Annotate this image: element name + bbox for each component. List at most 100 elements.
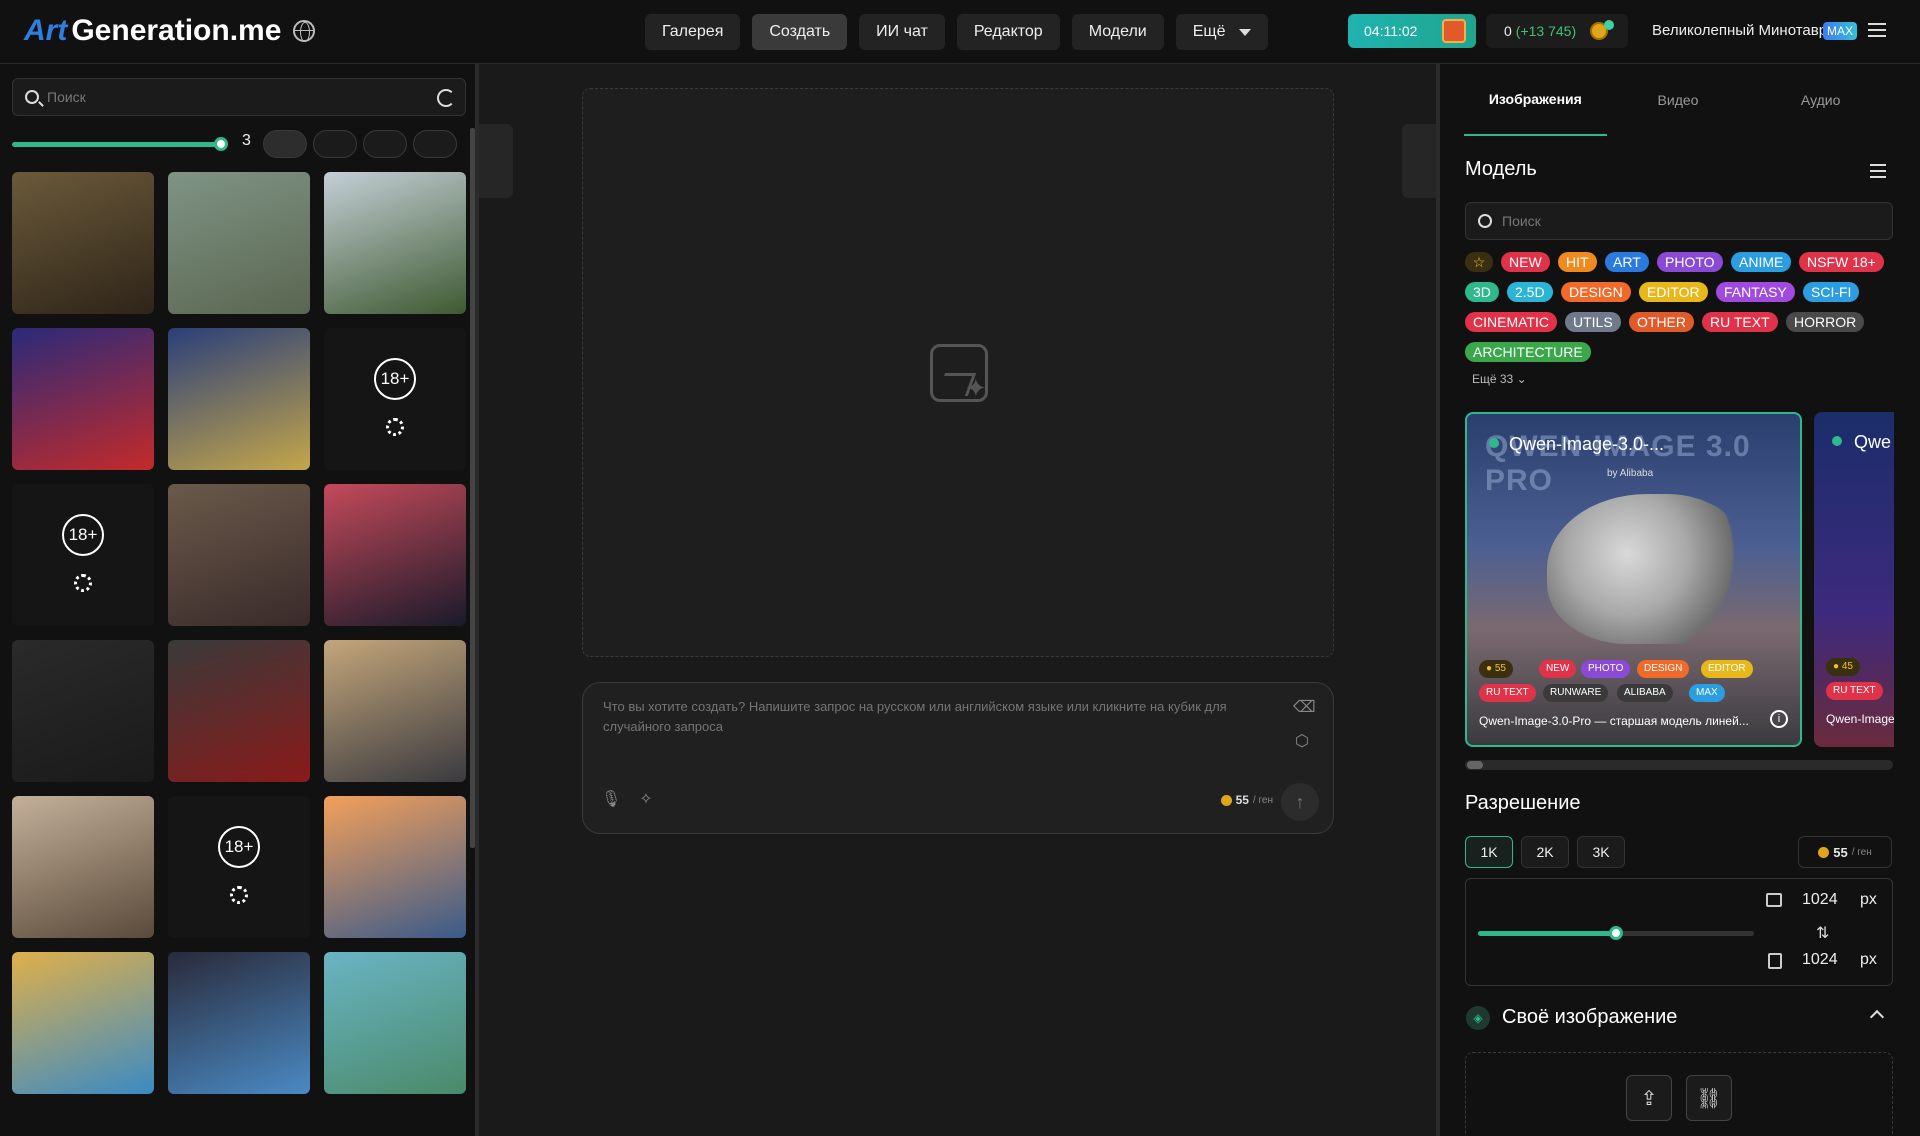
app-root: Art Generation.me Галерея Создать ИИ чат… bbox=[0, 0, 1920, 1136]
thumb-cat-window[interactable] bbox=[324, 640, 466, 782]
filter-images-button[interactable] bbox=[313, 130, 357, 158]
thumb-bird[interactable] bbox=[168, 952, 310, 1094]
prompt-cost-value: 55 bbox=[1235, 793, 1249, 807]
more-tags-button[interactable]: Ещё 33 ⌄ bbox=[1472, 372, 1527, 386]
thumb-nsfw-1[interactable]: 18+ bbox=[324, 328, 466, 470]
filter-all-button[interactable] bbox=[263, 130, 307, 158]
tab-video[interactable]: Видео bbox=[1607, 64, 1750, 136]
balance[interactable]: 0 (+13 745) bbox=[1486, 14, 1628, 48]
microphone-icon[interactable]: 🎙 bbox=[601, 791, 621, 809]
gear-icon[interactable] bbox=[230, 886, 248, 904]
gift-icon bbox=[1442, 19, 1466, 43]
width-icon bbox=[1766, 893, 1782, 907]
columns-slider[interactable] bbox=[12, 137, 228, 151]
model-search[interactable]: Поиск bbox=[1465, 202, 1893, 240]
thumb-dragon-sketch[interactable] bbox=[12, 796, 154, 938]
filter-video-button[interactable] bbox=[363, 130, 407, 158]
model-tag-fantasy[interactable]: FANTASY bbox=[1716, 282, 1795, 302]
upload-area[interactable]: ⇪ ⛓ bbox=[1465, 1052, 1893, 1136]
model-tag-architecture[interactable]: ARCHITECTURE bbox=[1465, 342, 1591, 362]
nav-ai-chat[interactable]: ИИ чат bbox=[859, 14, 945, 50]
logo[interactable]: Art Generation.me bbox=[24, 14, 316, 48]
plan-badge: MAX bbox=[1823, 22, 1858, 40]
model-tag-2-5d[interactable]: 2.5D bbox=[1507, 282, 1553, 302]
model-tag-other[interactable]: OTHER bbox=[1629, 312, 1694, 332]
width-value[interactable]: 1024 bbox=[1802, 891, 1838, 909]
nav-gallery[interactable]: Галерея bbox=[645, 14, 741, 50]
thumb-dark[interactable] bbox=[12, 640, 154, 782]
gallery-search[interactable]: Поиск bbox=[12, 78, 466, 116]
resolution-2k[interactable]: 2K bbox=[1521, 836, 1569, 868]
nav-more-label: Ещё bbox=[1192, 23, 1226, 40]
models-scrollbar-thumb[interactable] bbox=[1467, 761, 1483, 769]
thumb-nsfw-3[interactable]: 18+ bbox=[168, 796, 310, 938]
thumb-cat-sunset[interactable] bbox=[324, 484, 466, 626]
thumb-fairy[interactable] bbox=[12, 172, 154, 314]
models-scrollbar[interactable] bbox=[1465, 760, 1893, 770]
right-collapse-tab[interactable] bbox=[1402, 124, 1436, 198]
promo-timer[interactable]: 04:11:02 bbox=[1348, 14, 1476, 48]
status-dot bbox=[1489, 438, 1499, 448]
model-tag-utils[interactable]: UTILS bbox=[1565, 312, 1621, 332]
refresh-icon[interactable] bbox=[437, 89, 455, 107]
model-tag-art[interactable]: ART bbox=[1605, 252, 1649, 272]
eraser-icon[interactable]: ⌫ bbox=[1293, 699, 1316, 717]
gear-icon[interactable] bbox=[386, 418, 404, 436]
gear-icon[interactable] bbox=[74, 574, 92, 592]
model-tag-anime[interactable]: ANIME bbox=[1731, 252, 1792, 272]
nav-more[interactable]: Ещё bbox=[1175, 14, 1269, 50]
thumb-umbrella-girl[interactable] bbox=[168, 484, 310, 626]
prompt-input[interactable] bbox=[603, 697, 1283, 757]
model-tag-cinematic[interactable]: CINEMATIC bbox=[1465, 312, 1557, 332]
resolution-3k[interactable]: 3K bbox=[1577, 836, 1625, 868]
search-icon bbox=[25, 90, 39, 104]
thumb-witch[interactable] bbox=[168, 328, 310, 470]
size-slider[interactable] bbox=[1478, 926, 1754, 940]
thumb-cliff[interactable] bbox=[324, 172, 466, 314]
height-value[interactable]: 1024 bbox=[1802, 951, 1838, 969]
user-name[interactable]: Великолепный Минотавр bbox=[1652, 22, 1827, 39]
model-tag-hit[interactable]: HIT bbox=[1558, 252, 1597, 272]
favorites-star-icon[interactable]: ☆ bbox=[1465, 252, 1493, 272]
size-slider-knob[interactable] bbox=[1609, 926, 1623, 940]
model-tag-editor[interactable]: EDITOR bbox=[1639, 282, 1708, 302]
sparkle-icon[interactable]: ✧ bbox=[637, 791, 655, 809]
thumb-ladybug[interactable] bbox=[324, 796, 466, 938]
thumb-venice[interactable] bbox=[12, 952, 154, 1094]
thumb-stilt-house[interactable] bbox=[324, 952, 466, 1094]
model-tag-3d[interactable]: 3D bbox=[1465, 282, 1499, 302]
model-card-selected[interactable]: QWEN-IMAGE 3.0 PRO Qwen-Image-3.0-... by… bbox=[1465, 412, 1802, 747]
model-tag-photo[interactable]: PHOTO bbox=[1657, 252, 1723, 272]
thumb-doll[interactable] bbox=[168, 172, 310, 314]
nav-models[interactable]: Модели bbox=[1071, 14, 1164, 50]
link-icon[interactable]: ⛓ bbox=[1686, 1075, 1732, 1121]
model-tag-sci-fi[interactable]: SCI-FI bbox=[1803, 282, 1860, 302]
model-tag-nsfw-18-[interactable]: NSFW 18+ bbox=[1799, 252, 1884, 272]
model-card-title: Qwen-Image-3.0-... bbox=[1509, 434, 1665, 454]
nav-create[interactable]: Создать bbox=[752, 14, 848, 50]
tab-audio[interactable]: Аудио bbox=[1749, 64, 1892, 136]
menu-icon[interactable] bbox=[1868, 23, 1886, 37]
model-card-next[interactable]: Qwe ● 45 RU TEXT Qwen-Image bbox=[1814, 412, 1894, 747]
upload-icon[interactable]: ⇪ bbox=[1626, 1075, 1672, 1121]
send-button[interactable]: ↑ bbox=[1281, 783, 1319, 821]
left-collapse-tab[interactable] bbox=[479, 124, 513, 198]
model-tag-horror[interactable]: HORROR bbox=[1786, 312, 1865, 332]
own-image-heading[interactable]: Своё изображение bbox=[1502, 1006, 1677, 1029]
thumb-roses[interactable] bbox=[168, 640, 310, 782]
globe-icon[interactable] bbox=[293, 20, 316, 42]
list-view-icon[interactable] bbox=[1870, 164, 1886, 178]
model-tag-ru-text[interactable]: RU TEXT bbox=[1702, 312, 1778, 332]
model-tag-new[interactable]: NEW bbox=[1501, 252, 1550, 272]
thumb-nsfw-2[interactable]: 18+ bbox=[12, 484, 154, 626]
model-tag-design[interactable]: DESIGN bbox=[1561, 282, 1631, 302]
swap-dimensions-icon[interactable]: ⇅ bbox=[1816, 923, 1829, 943]
thumb-mushroom[interactable] bbox=[12, 328, 154, 470]
resolution-1k[interactable]: 1K bbox=[1465, 836, 1513, 868]
nav-editor[interactable]: Редактор bbox=[956, 14, 1060, 50]
columns-slider-knob[interactable] bbox=[214, 137, 228, 151]
info-icon[interactable]: i bbox=[1770, 710, 1788, 728]
filter-audio-button[interactable] bbox=[413, 130, 457, 158]
tab-images[interactable]: Изображения bbox=[1464, 64, 1607, 136]
dice-icon[interactable]: ⬡ bbox=[1293, 733, 1311, 751]
